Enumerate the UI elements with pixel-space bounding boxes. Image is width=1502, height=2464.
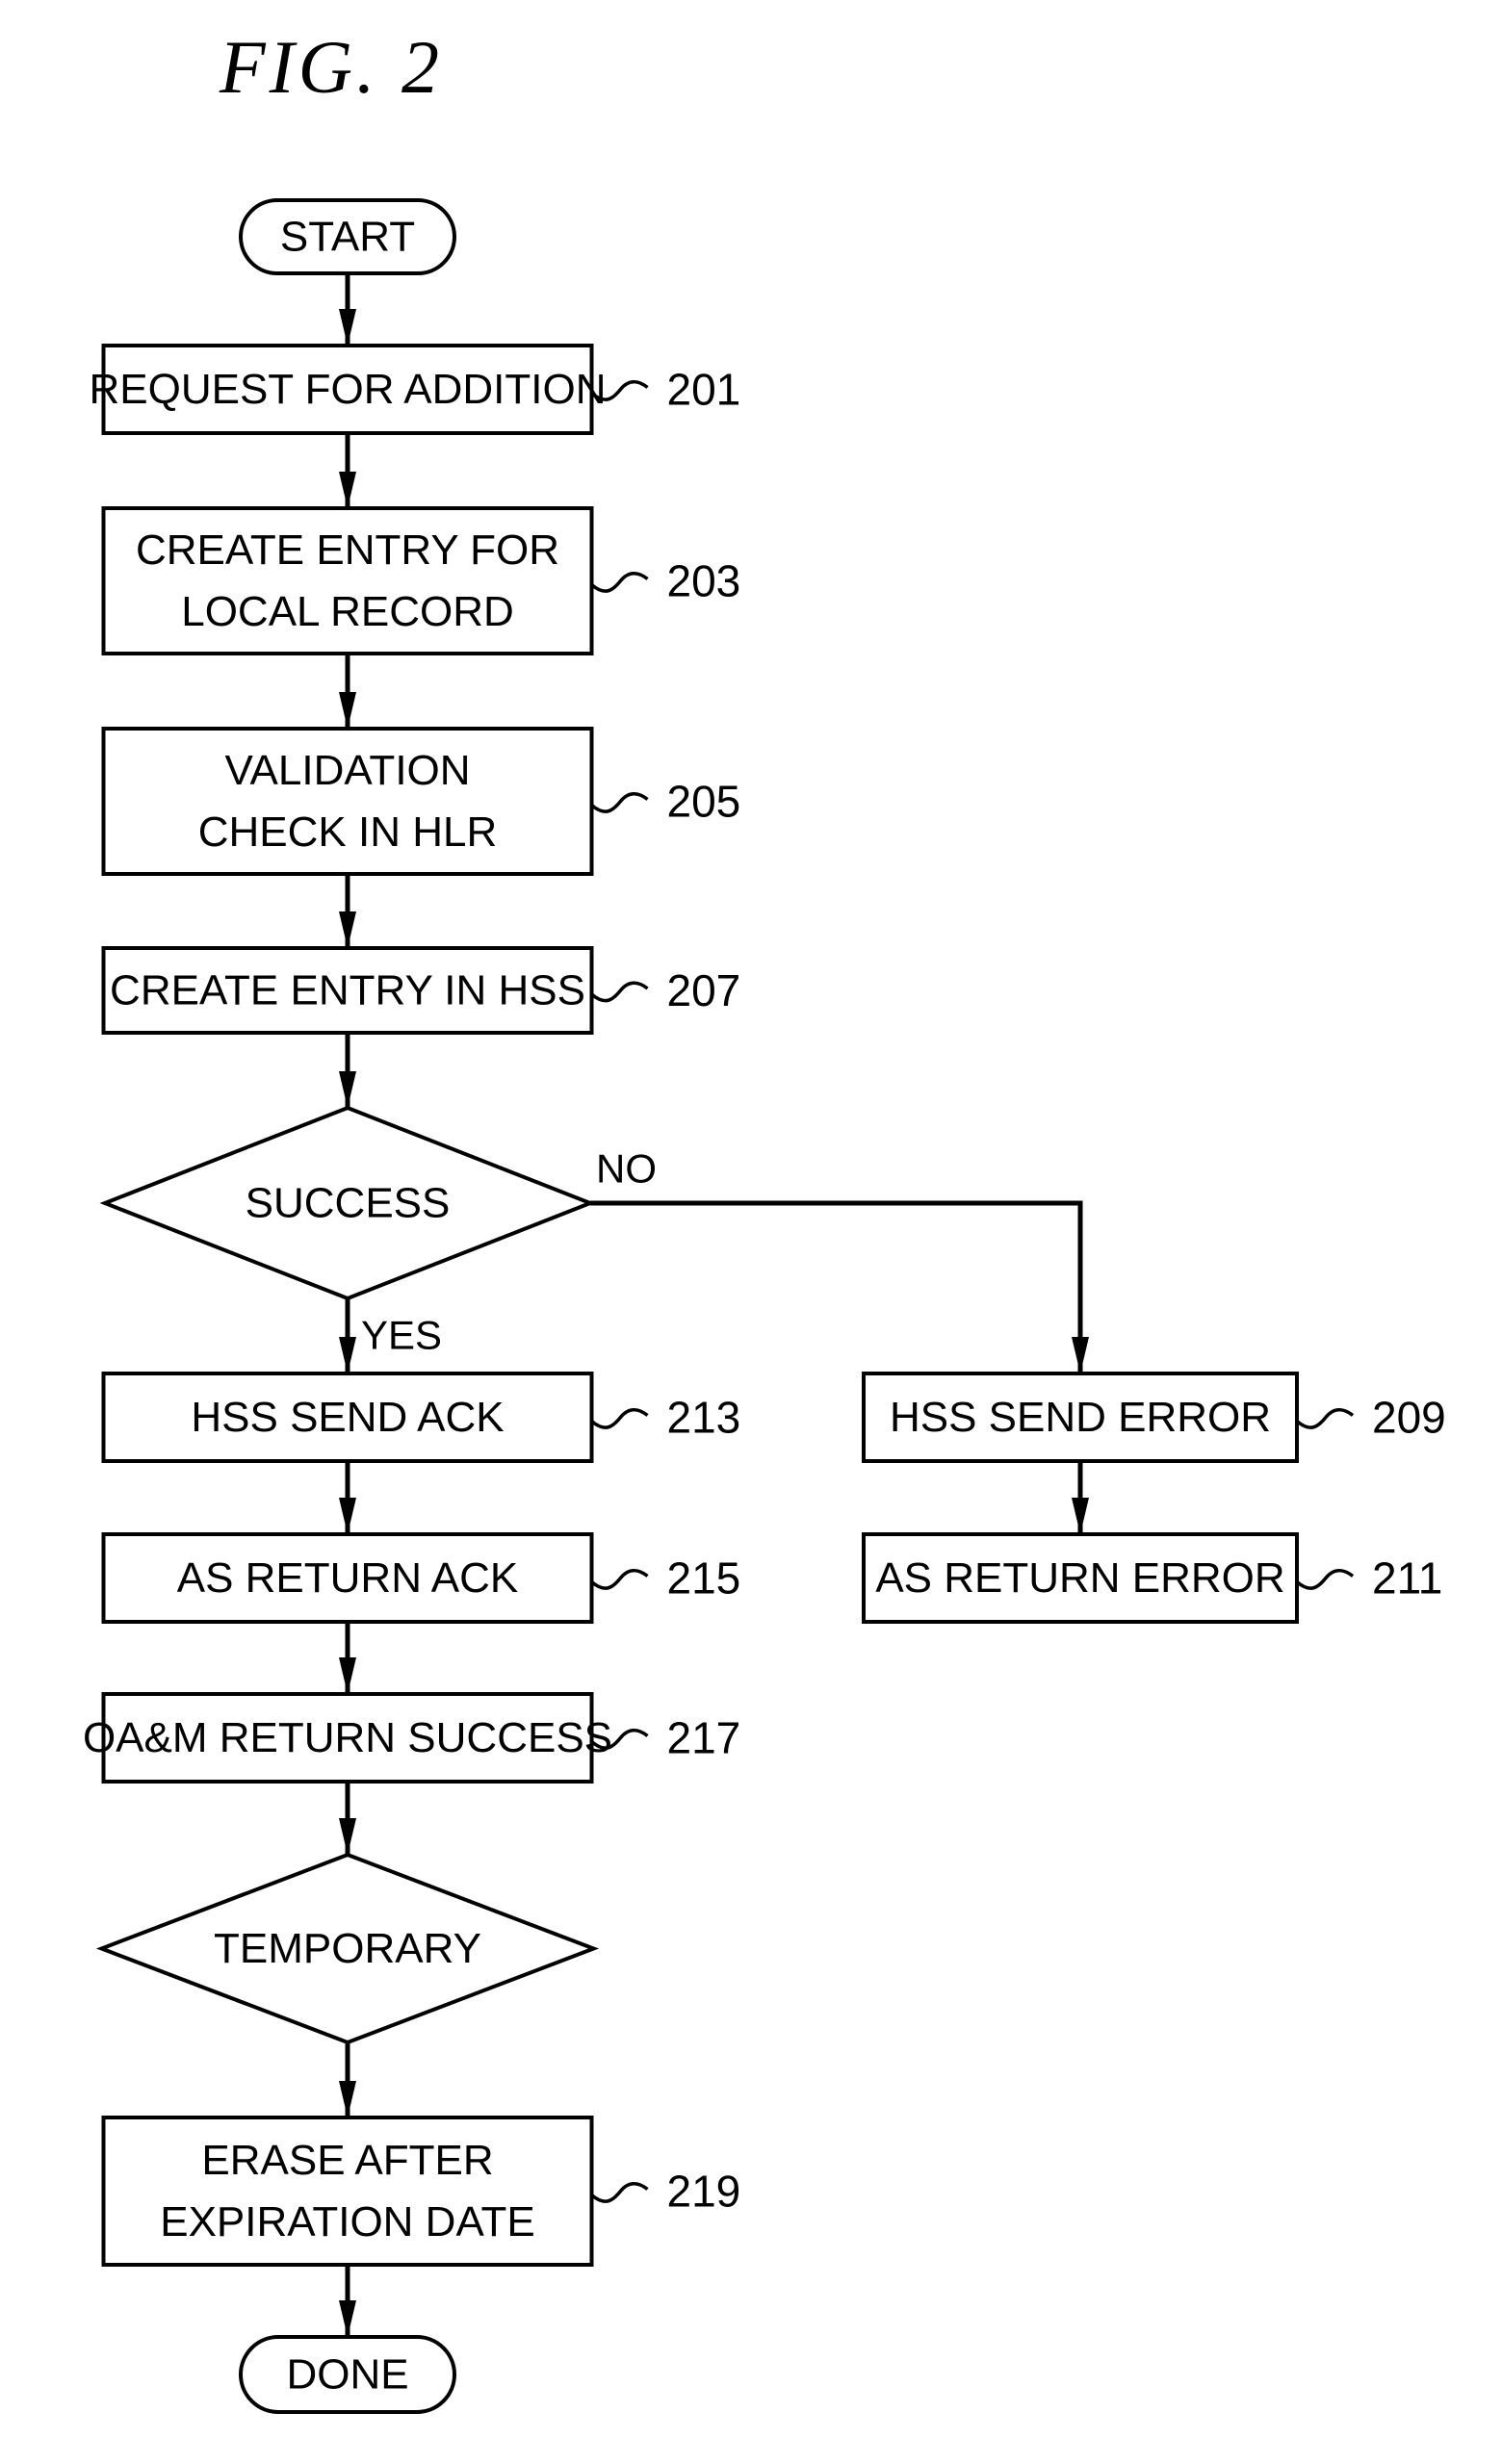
arrowhead-icon: [339, 1071, 356, 1108]
reference-numeral: 205: [667, 777, 741, 827]
edge-n205-n207: [339, 874, 356, 948]
edge-success-n209: NO: [590, 1146, 1089, 1373]
edge-temporary-n219: [339, 2042, 356, 2118]
node-label: SUCCESS: [246, 1180, 451, 1227]
reference-numeral: 215: [667, 1553, 741, 1604]
node-start: START: [239, 198, 456, 275]
node-n203: CREATE ENTRY FOR LOCAL RECORD 203: [101, 506, 741, 655]
reference-numeral: 219: [667, 2167, 741, 2217]
leader-line: [590, 981, 649, 1003]
node-label: HSS SEND ACK: [191, 1394, 504, 1441]
arrowhead-icon: [339, 1657, 356, 1694]
node-n205: VALIDATION CHECK IN HLR 205: [101, 727, 741, 876]
node-n217: OA&M RETURN SUCCESS 217: [83, 1692, 741, 1784]
node-label: VALIDATION: [224, 747, 470, 794]
node-n209: HSS SEND ERROR 209: [862, 1372, 1446, 1463]
node-label: DONE: [286, 2351, 408, 2399]
leader-line: [590, 1408, 649, 1429]
node-label: REQUEST FOR ADDITION: [89, 366, 606, 413]
branch-label: YES: [361, 1313, 442, 1358]
arrowhead-icon: [339, 692, 356, 729]
reference-numeral: 207: [667, 965, 741, 1015]
nodes-layer: START REQUEST FOR ADDITION 201 CREATE ENTRY…: [83, 198, 1446, 2414]
reference-numeral: 201: [667, 365, 741, 415]
arrowhead-icon: [1072, 1337, 1089, 1373]
node-label: ERASE AFTER: [201, 2137, 493, 2184]
arrowhead-icon: [339, 911, 356, 948]
node-n215: AS RETURN ACK 215: [101, 1532, 741, 1624]
edge-n201-n203: [339, 433, 356, 508]
edge-n219-done: [339, 2265, 356, 2337]
node-label: AS RETURN ACK: [177, 1554, 519, 1602]
edge-n207-success: [339, 1033, 356, 1108]
node-label: OA&M RETURN SUCCESS: [83, 1714, 612, 1761]
node-n207: CREATE ENTRY IN HSS 207: [101, 946, 741, 1035]
node-label: AS RETURN ERROR: [875, 1554, 1284, 1602]
edge-n215-n217: [339, 1622, 356, 1694]
arrowhead-icon: [339, 2081, 356, 2118]
leader-line: [1295, 1408, 1355, 1429]
leader-line: [590, 1569, 649, 1590]
figure-title: FIG. 2: [219, 25, 443, 109]
edge-n217-temporary: [339, 1782, 356, 1855]
reference-numeral: 211: [1372, 1553, 1442, 1604]
reference-numeral: 209: [1372, 1393, 1446, 1443]
node-label: HSS SEND ERROR: [890, 1394, 1271, 1441]
branch-label: NO: [596, 1146, 657, 1192]
reference-numeral: 213: [667, 1393, 741, 1443]
node-n213: HSS SEND ACK 213: [101, 1372, 741, 1463]
arrowhead-icon: [339, 1498, 356, 1534]
arrowhead-icon: [339, 309, 356, 346]
arrowhead-icon: [339, 472, 356, 508]
arrowhead-icon: [1072, 1498, 1089, 1534]
reference-numeral: 203: [667, 556, 741, 606]
node-label: EXPIRATION DATE: [160, 2198, 535, 2246]
node-success: SUCCESS: [99, 1105, 596, 1301]
node-done: DONE: [239, 2335, 456, 2414]
leader-line: [1295, 1569, 1355, 1590]
node-n219: ERASE AFTER EXPIRATION DATE 219: [101, 2116, 741, 2267]
leader-line: [590, 792, 649, 813]
edge-n203-n205: [339, 654, 356, 729]
arrowhead-icon: [339, 1818, 356, 1855]
node-label: CHECK IN HLR: [198, 808, 498, 856]
edge-n213-n215: [339, 1461, 356, 1534]
edge-success-n213: YES: [339, 1298, 442, 1373]
connector-line: [590, 1200, 1083, 1373]
arrowhead-icon: [339, 2300, 356, 2337]
reference-numeral: 217: [667, 1713, 741, 1763]
node-n211: AS RETURN ERROR 211: [862, 1532, 1442, 1624]
node-label: START: [280, 214, 415, 261]
node-label: TEMPORARY: [214, 1925, 481, 1972]
node-label: CREATE ENTRY FOR: [136, 526, 559, 574]
edge-start-n201: [339, 273, 356, 346]
leader-line: [590, 2182, 649, 2203]
flowchart: FIG. 2 YES NO START REQUEST FOR ADDITION 20…: [83, 25, 1446, 2414]
node-label: LOCAL RECORD: [181, 588, 514, 635]
edge-n209-n211: [1072, 1461, 1089, 1534]
node-label: CREATE ENTRY IN HSS: [110, 967, 585, 1014]
arrowhead-icon: [339, 1337, 356, 1373]
node-n201: REQUEST FOR ADDITION 201: [89, 344, 741, 435]
node-temporary: TEMPORARY: [95, 1852, 600, 2045]
leader-line: [590, 572, 649, 593]
